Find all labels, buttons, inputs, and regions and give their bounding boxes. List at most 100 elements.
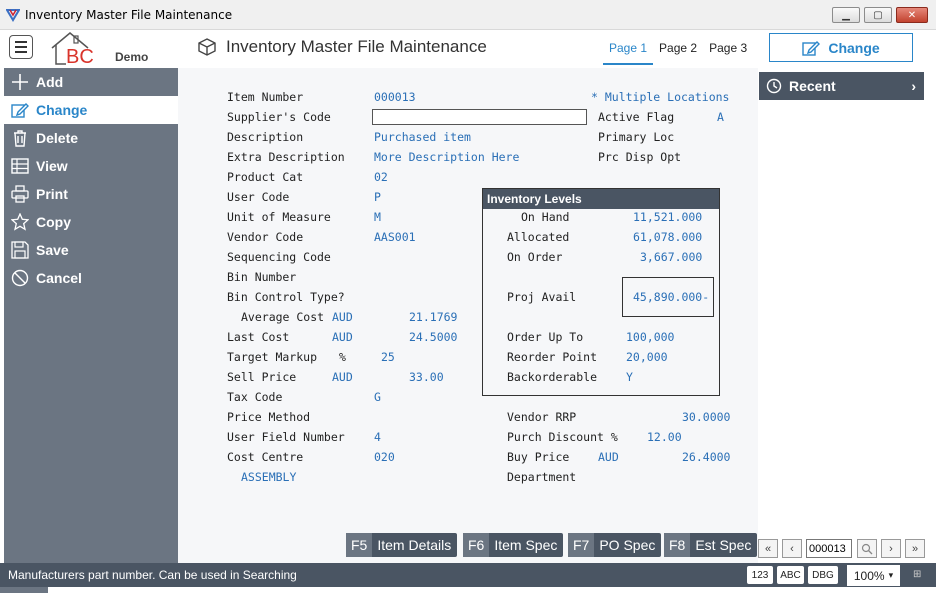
description-label: Description <box>227 130 304 144</box>
table-icon <box>11 158 29 174</box>
multiple-locations-link[interactable]: * Multiple Locations <box>591 90 729 104</box>
sidebar-item-save[interactable]: Save <box>4 236 178 264</box>
department-label: Department <box>507 470 577 484</box>
buy-price-currency: AUD <box>598 450 619 464</box>
close-button[interactable]: ✕ <box>896 7 928 23</box>
active-flag-value[interactable]: A <box>717 110 724 124</box>
sidebar-item-delete[interactable]: Delete <box>4 124 178 152</box>
description-value[interactable]: Purchased item <box>374 130 471 144</box>
fkey-key: F7 <box>568 533 595 557</box>
chevron-down-icon: ▾ <box>888 570 894 580</box>
unit-of-measure-label: Unit of Measure <box>227 210 331 224</box>
recent-panel-button[interactable]: Recent › <box>759 72 924 100</box>
record-number-input[interactable] <box>806 539 852 558</box>
f5-item-details-button[interactable]: F5 Item Details <box>346 533 458 557</box>
on-order-label: On Order <box>507 250 563 264</box>
extra-description-value[interactable]: More Description Here <box>374 150 519 164</box>
on-hand-label: On Hand <box>521 210 570 224</box>
reorder-point-value[interactable]: 20,000 <box>626 350 668 364</box>
buy-price-value[interactable]: 26.4000 <box>682 450 730 464</box>
sidebar-item-label: Delete <box>36 130 79 146</box>
proj-avail-value: 45,890.000- <box>633 290 710 304</box>
edit-icon <box>11 103 29 118</box>
sell-price-label: Sell Price <box>227 370 297 384</box>
sidebar-item-cancel[interactable]: Cancel <box>4 264 178 292</box>
product-cat-label: Product Cat <box>227 170 304 184</box>
fkey-key: F5 <box>346 533 373 557</box>
previous-record-button[interactable]: ‹ <box>782 539 802 558</box>
sidebar-item-add[interactable]: Add <box>4 68 178 96</box>
fkey-key: F8 <box>664 533 691 557</box>
numeric-mode-button[interactable]: 123 <box>747 566 773 584</box>
order-up-to-label: Order Up To <box>507 330 584 344</box>
reorder-point-label: Reorder Point <box>507 350 598 364</box>
first-record-button[interactable]: « <box>758 539 778 558</box>
sidebar-item-label: Copy <box>36 214 71 230</box>
chevron-right-icon: › <box>911 78 916 94</box>
order-up-to-value[interactable]: 100,000 <box>626 330 674 344</box>
maximize-button[interactable]: ▢ <box>864 7 892 23</box>
last-cost-label: Last Cost <box>227 330 290 344</box>
cost-centre-value[interactable]: 020 <box>374 450 395 464</box>
target-markup-value[interactable]: 25 <box>381 350 395 364</box>
resize-grip-icon[interactable]: ⊞ <box>913 569 921 580</box>
cancel-icon <box>11 269 29 287</box>
price-method-label: Price Method <box>227 410 311 424</box>
tax-code-value[interactable]: G <box>374 390 381 404</box>
fkey-label: PO Spec <box>599 537 656 553</box>
purch-discount-value[interactable]: 12.00 <box>647 430 682 444</box>
search-icon <box>861 543 873 554</box>
search-record-button[interactable] <box>857 539 877 558</box>
printer-icon <box>11 185 29 203</box>
minimize-button[interactable]: ▁ <box>832 7 860 23</box>
sidebar-item-change[interactable]: Change <box>4 96 178 124</box>
unit-of-measure-value[interactable]: M <box>374 210 381 224</box>
user-code-value[interactable]: P <box>374 190 381 204</box>
caps-mode-button[interactable]: ABC <box>777 566 804 584</box>
tab-page-2[interactable]: Page 2 <box>653 39 703 65</box>
window-title: Inventory Master File Maintenance <box>25 8 233 22</box>
fkey-key: F6 <box>463 533 490 557</box>
f8-est-spec-button[interactable]: F8 Est Spec <box>664 533 758 557</box>
extra-description-label: Extra Description <box>227 150 345 164</box>
debug-button[interactable]: DBG <box>808 566 838 584</box>
tab-page-3[interactable]: Page 3 <box>703 39 753 65</box>
backorderable-label: Backorderable <box>507 370 598 384</box>
sidebar-item-label: Cancel <box>36 270 82 286</box>
hamburger-menu-button[interactable] <box>9 35 33 59</box>
double-chevron-right-icon: » <box>911 542 919 555</box>
app-icon <box>6 9 20 22</box>
on-hand-value: 11,521.000 <box>633 210 703 224</box>
last-record-button[interactable]: » <box>905 539 925 558</box>
sidebar-item-label: View <box>36 158 68 174</box>
sidebar-item-copy[interactable]: Copy <box>4 208 178 236</box>
product-cat-value[interactable]: 02 <box>374 170 388 184</box>
sell-price-value[interactable]: 33.00 <box>409 370 444 384</box>
plus-icon <box>12 74 28 90</box>
on-order-value: 3,667.000 <box>640 250 703 264</box>
backorderable-value[interactable]: Y <box>626 370 633 384</box>
allocated-label: Allocated <box>507 230 570 244</box>
title-bar: Inventory Master File Maintenance ▁ ▢ ✕ <box>0 0 936 30</box>
vendor-code-value[interactable]: AAS001 <box>374 230 416 244</box>
f7-po-spec-button[interactable]: F7 PO Spec <box>568 533 662 557</box>
sidebar-item-view[interactable]: View <box>4 152 178 180</box>
user-field-number-value[interactable]: 4 <box>374 430 381 444</box>
proj-avail-label: Proj Avail <box>507 290 577 304</box>
logo-subtitle: Demo <box>115 50 149 64</box>
average-cost-currency: AUD <box>332 310 353 324</box>
sidebar-item-print[interactable]: Print <box>4 180 178 208</box>
fkey-label: Est Spec <box>695 537 752 553</box>
f6-item-spec-button[interactable]: F6 Item Spec <box>463 533 564 557</box>
average-cost-value[interactable]: 21.1769 <box>409 310 457 324</box>
change-mode-button[interactable]: Change <box>769 33 913 62</box>
next-record-button[interactable]: › <box>881 539 901 558</box>
item-number-value[interactable]: 000013 <box>374 90 416 104</box>
vendor-rrp-value[interactable]: 30.0000 <box>682 410 730 424</box>
suppliers-code-input[interactable] <box>372 109 587 125</box>
average-cost-label: Average Cost <box>241 310 325 324</box>
item-number-label: Item Number <box>227 90 304 104</box>
zoom-select[interactable]: 100% ▾ <box>847 565 900 586</box>
last-cost-value[interactable]: 24.5000 <box>409 330 457 344</box>
tab-page-1[interactable]: Page 1 <box>603 39 654 65</box>
